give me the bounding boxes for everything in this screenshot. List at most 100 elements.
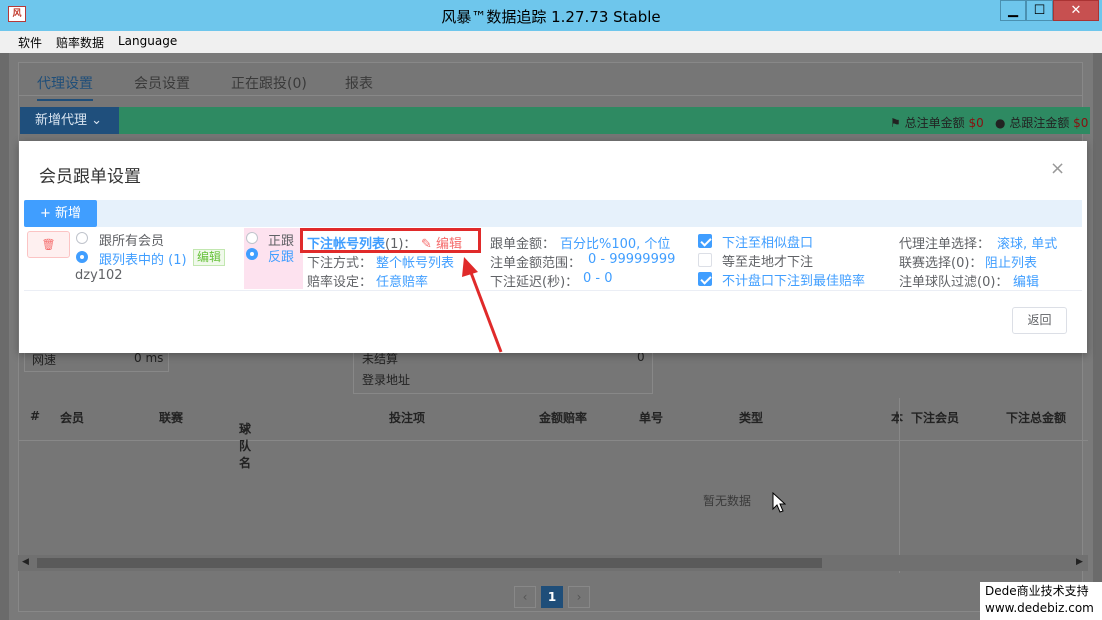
bet-account-list-row: 下注帐号列表(1)： [307,233,416,252]
scroll-thumb[interactable] [37,558,822,568]
col-member: 会员 [60,411,85,425]
amount-link[interactable]: 百分比%100, 个位 [560,233,670,252]
agent-toolbar: ⚑ 总注单金额 $0 ● 总跟注金额 $0 [20,107,1090,134]
delete-button[interactable]: 🗑 [27,231,70,258]
add-agent-button[interactable]: 新增代理 ⌄ [20,107,119,134]
odds-label: 赔率设定： [307,275,373,290]
tab-reports[interactable]: 报表 [345,73,373,93]
member-follow-settings-dialog: 会员跟单设置 × + 新增 🗑 跟所有会员 跟列表中的 (1) 编辑 dzy10… [19,141,1087,353]
league-select-label: 联赛选择(0)： [899,256,983,271]
bet-account-count: (1)： [385,237,417,252]
tab-member-settings[interactable]: 会员设置 [134,73,190,93]
login-address-label: 登录地址 [362,373,411,387]
col-principal: 本 [891,411,904,425]
range-label: 注单金额范围： [490,256,582,271]
trash-icon: 🗑 [41,238,56,251]
member-name: dzy102 [75,268,123,283]
window-title: 风暴™数据追踪 1.27.73 Stable [441,8,661,26]
team-filter-link[interactable]: 编辑 [1013,271,1039,290]
bet-table-header: # 会员 联赛 球队名 ⌄ 投注项 金额赔率 单号 类型 本 下注会员 下注总金额 [18,398,1088,470]
check-circle-icon: ● [995,116,1006,130]
add-button[interactable]: + 新增 [24,200,97,227]
league-select-link[interactable]: 阻止列表 [985,252,1037,271]
menu-language[interactable]: Language [118,34,177,48]
add-agent-label: 新增代理 [35,113,88,128]
page-prev-button[interactable]: ‹ [514,586,536,608]
col-league: 联赛 [159,411,184,425]
amount-label: 跟单金额： [490,237,556,252]
total-bet-stat: ⚑ 总注单金额 $0 [890,114,984,131]
bet-account-list-link[interactable]: 下注帐号列表 [307,237,385,252]
col-order-no: 单号 [639,411,664,425]
menu-odds-data[interactable]: 赔率数据 [56,34,104,51]
tab-divider [18,95,1083,96]
table-divider [899,398,900,573]
pencil-icon: ✎ [421,237,432,252]
bet-method-link[interactable]: 整个帐号列表 [376,252,454,271]
follow-all-label: 跟所有会员 [99,234,165,249]
dialog-toolbar [24,200,1082,227]
page-current-button[interactable]: 1 [541,586,563,608]
col-amount-odds: 金额赔率 [539,411,588,425]
odds-link[interactable]: 任意赔率 [376,271,428,290]
radio-follow-all[interactable] [76,232,88,244]
menu-software[interactable]: 软件 [18,34,42,51]
flag-icon: ⚑ [890,116,901,130]
net-value: 0 ms [134,351,164,365]
empty-table-text: 暂无数据 [703,494,752,508]
maximize-button[interactable]: ☐ [1026,0,1053,21]
page-next-button[interactable]: › [568,586,590,608]
minimize-button[interactable]: ▁ [1000,0,1026,21]
plus-icon: + [39,206,51,221]
menu-bar: 软件 赔率数据 Language [0,31,1102,53]
edit-list-tag[interactable]: 编辑 [193,249,226,266]
total-follow-stat: ● 总跟注金额 $0 [995,114,1088,131]
tab-agent-settings[interactable]: 代理设置 [37,73,93,101]
agent-select-link[interactable]: 滚球, 单式 [997,233,1057,252]
mouse-cursor-icon [772,492,786,513]
col-bet-item: 投注项 [389,411,426,425]
agent-select-label: 代理注单选择： [899,237,991,252]
col-index: # [30,409,41,423]
team-filter-label: 注单球队过滤(0)： [899,275,1009,290]
col-bet-total: 下注总金额 [1006,411,1067,425]
watermark-line2: www.dedebiz.com [985,601,1094,615]
back-button[interactable]: 返回 [1012,307,1067,334]
follow-reverse-label: 反跟 [268,250,295,265]
bet-method-label: 下注方式： [307,256,373,271]
net-label: 网速 [32,353,57,367]
bet-account-edit-label: 编辑 [436,237,463,252]
total-follow-value: $0 [1073,116,1089,130]
wait-live-label: 等至走地才下注 [722,255,814,270]
total-bet-label: 总注单金额 [904,116,965,130]
checkbox-best-odds[interactable] [698,272,712,286]
scroll-right-icon[interactable]: ▶ [1076,557,1083,567]
watermark: Dede商业技术支持 www.dedebiz.com [980,582,1102,620]
similar-line-label: 下注至相似盘口 [722,236,814,251]
chevron-down-icon: ⌄ [91,113,103,128]
delay-label: 下注延迟(秒)： [490,275,579,290]
delay-link[interactable]: 0 - 0 [583,271,613,286]
follow-list-label: 跟列表中的 (1) [99,253,187,268]
checkbox-wait-live[interactable] [698,253,712,267]
dialog-title: 会员跟单设置 [39,167,141,187]
watermark-line1: Dede商业技术支持 [985,584,1089,598]
col-type: 类型 [739,411,764,425]
close-icon[interactable]: × [1050,158,1065,179]
radio-follow-positive[interactable] [246,232,258,244]
total-follow-label: 总跟注金额 [1009,116,1070,130]
tab-following[interactable]: 正在跟投(0) [231,73,307,93]
range-link[interactable]: 0 - 99999999 [588,252,675,267]
scroll-left-icon[interactable]: ◀ [22,557,29,567]
checkbox-similar-line[interactable] [698,234,712,248]
close-window-button[interactable]: ✕ [1053,0,1099,21]
title-bar: 风 风暴™数据追踪 1.27.73 Stable ▁ ☐ ✕ [0,0,1102,31]
radio-follow-reverse[interactable] [246,248,258,260]
radio-follow-list[interactable] [76,251,88,263]
total-bet-value: $0 [968,116,984,130]
col-bet-member: 下注会员 [911,411,960,425]
add-button-label: 新增 [55,206,82,221]
best-odds-label: 不计盘口下注到最佳赔率 [722,274,866,289]
horizontal-scrollbar[interactable]: ◀ ▶ [18,555,1088,571]
bet-account-edit-link[interactable]: ✎ 编辑 [421,233,462,252]
